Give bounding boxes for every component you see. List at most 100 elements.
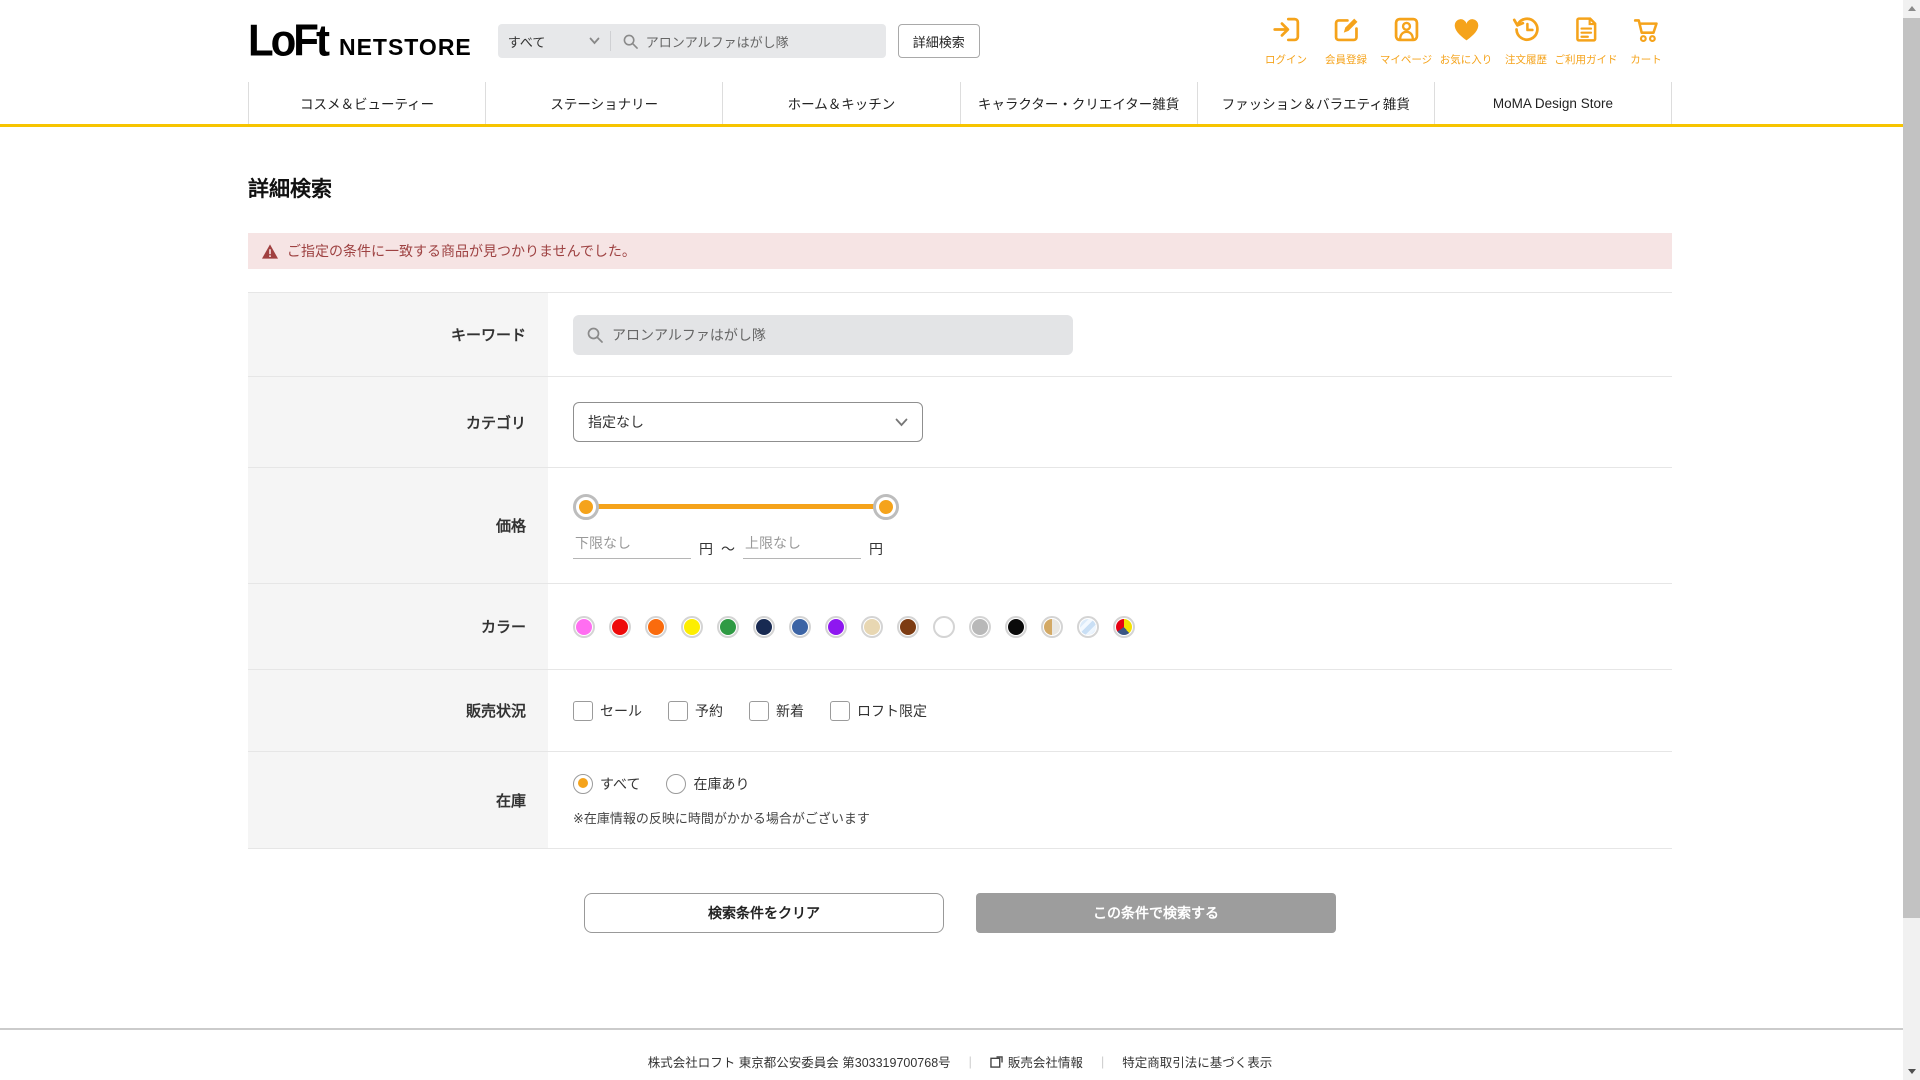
category-value: 指定なし	[588, 412, 644, 432]
color-swatch-green[interactable]	[717, 616, 739, 638]
radio-circle	[666, 774, 686, 794]
category-label: カテゴリ	[248, 377, 548, 467]
stock-note: ※在庫情報の反映に時間がかかる場合がございます	[573, 808, 1672, 827]
sales-status-row: 販売状況 セール予約新着ロフト限定	[248, 670, 1672, 752]
color-swatch-blue[interactable]	[789, 616, 811, 638]
main-content: 詳細検索 ご指定の条件に一致する商品が見つかりませんでした。 キーワード アロン…	[248, 173, 1672, 933]
quick-link-guide[interactable]: ご利用ガイド	[1560, 15, 1612, 67]
quick-link-label: カート	[1630, 52, 1662, 67]
price-range-separator: ～	[721, 539, 735, 559]
footer-separator: |	[1101, 1055, 1104, 1069]
loft-logo[interactable]: LoFt NETSTORE	[248, 17, 472, 65]
color-swatch-navy[interactable]	[753, 616, 775, 638]
nav-item-1[interactable]: ステーショナリー	[485, 82, 722, 124]
keyword-row: キーワード アロンアルファはがし隊	[248, 293, 1672, 377]
radio-在庫あり[interactable]: 在庫あり	[666, 774, 749, 794]
nav-item-5[interactable]: MoMA Design Store	[1434, 82, 1672, 124]
nav-item-4[interactable]: ファッション＆バラエティ雑貨	[1197, 82, 1434, 124]
footer-separator: |	[969, 1055, 972, 1069]
search-category-value: すべて	[508, 32, 546, 51]
logo-loft-text: LoFt	[248, 16, 327, 66]
checkbox-box	[573, 701, 593, 721]
price-unit-label: 円	[869, 539, 883, 559]
stock-label: 在庫	[248, 752, 548, 848]
color-swatch-beige[interactable]	[861, 616, 883, 638]
price-unit-label: 円	[699, 539, 713, 559]
quick-link-register[interactable]: 会員登録	[1320, 15, 1372, 67]
color-swatch-black[interactable]	[1005, 616, 1027, 638]
nav-item-3[interactable]: キャラクター・クリエイター雑貨	[960, 82, 1197, 124]
search-form: キーワード アロンアルファはがし隊 カテゴリ 指定なし 価格	[248, 292, 1672, 849]
color-swatch-yellow[interactable]	[681, 616, 703, 638]
color-swatch-white[interactable]	[933, 616, 955, 638]
vertical-scrollbar	[1903, 0, 1920, 1080]
search-category-select[interactable]: すべて	[498, 24, 610, 58]
advanced-search-button[interactable]: 詳細検索	[898, 24, 980, 58]
scrollbar-thumb[interactable]	[1903, 18, 1920, 918]
checkbox-label: ロフト限定	[857, 701, 927, 721]
quick-link-label: お気に入り	[1440, 52, 1493, 67]
color-swatch-purple[interactable]	[825, 616, 847, 638]
price-max-input[interactable]: 上限なし	[743, 533, 861, 559]
radio-circle	[573, 774, 593, 794]
checkbox-ロフト限定[interactable]: ロフト限定	[830, 701, 927, 721]
color-swatch-brown[interactable]	[897, 616, 919, 638]
color-swatch-gold-silver[interactable]	[1041, 616, 1063, 638]
keyword-input[interactable]: アロンアルファはがし隊	[573, 315, 1073, 355]
color-swatch-gray[interactable]	[969, 616, 991, 638]
footer: 株式会社ロフト 東京都公安委員会 第303319700768号 | 販売会社情報…	[0, 1028, 1920, 1071]
price-slider-handle-min[interactable]	[573, 494, 599, 520]
price-row: 価格 下限なし 円 ～ 上限なし 円	[248, 468, 1672, 584]
quick-link-label: 注文履歴	[1505, 52, 1547, 67]
quick-link-label: マイページ	[1380, 52, 1432, 67]
scrollbar-down-arrow[interactable]	[1903, 1063, 1920, 1080]
checkbox-セール[interactable]: セール	[573, 701, 642, 721]
checkbox-予約[interactable]: 予約	[668, 701, 723, 721]
quick-link-login[interactable]: ログイン	[1260, 15, 1312, 67]
header-search-input[interactable]: アロンアルファはがし隊	[611, 24, 886, 58]
header-quick-links: ログイン会員登録マイページお気に入り注文履歴ご利用ガイドカート	[1260, 15, 1672, 67]
quick-link-mypage[interactable]: マイページ	[1380, 15, 1432, 67]
radio-すべて[interactable]: すべて	[573, 774, 640, 794]
checkbox-box	[830, 701, 850, 721]
register-icon	[1332, 15, 1361, 49]
color-swatch-clear[interactable]	[1077, 616, 1099, 638]
quick-link-label: ログイン	[1265, 52, 1307, 67]
color-swatch-red[interactable]	[609, 616, 631, 638]
header-search-group: すべて アロンアルファはがし隊 詳細検索	[498, 24, 980, 58]
quick-link-cart[interactable]: カート	[1620, 15, 1672, 67]
chevron-down-icon	[589, 37, 600, 45]
clear-conditions-button[interactable]: 検索条件をクリア	[584, 893, 944, 933]
price-slider-handle-max[interactable]	[873, 494, 899, 520]
keyword-label: キーワード	[248, 293, 548, 376]
color-swatch-multicolor[interactable]	[1113, 616, 1135, 638]
scrollbar-up-arrow[interactable]	[1903, 0, 1920, 17]
quick-link-favorites[interactable]: お気に入り	[1440, 15, 1492, 67]
footer-link-company-info[interactable]: 販売会社情報	[990, 1052, 1083, 1071]
color-swatch-orange[interactable]	[645, 616, 667, 638]
quick-link-label: ご利用ガイド	[1555, 52, 1618, 67]
footer-link-tokushoho[interactable]: 特定商取引法に基づく表示	[1122, 1052, 1272, 1071]
nav-item-0[interactable]: コスメ＆ビューティー	[248, 82, 485, 124]
search-with-conditions-button[interactable]: この条件で検索する	[976, 893, 1336, 933]
quick-link-history[interactable]: 注文履歴	[1500, 15, 1552, 67]
keyword-value: アロンアルファはがし隊	[612, 325, 766, 345]
header: LoFt NETSTORE すべて アロンアルファはがし隊 詳細検索 ログイン会…	[0, 0, 1920, 82]
checkbox-label: 新着	[776, 701, 804, 721]
nav-item-2[interactable]: ホーム＆キッチン	[722, 82, 959, 124]
warning-icon	[262, 244, 278, 259]
price-min-input[interactable]: 下限なし	[573, 533, 691, 559]
price-slider	[586, 493, 886, 521]
stock-row: 在庫 すべて 在庫あり ※在庫情報の反映に時間がかかる場合がございます	[248, 752, 1672, 849]
category-nav: コスメ＆ビューティーステーショナリーホーム＆キッチンキャラクター・クリエイター雑…	[0, 82, 1920, 127]
checkbox-新着[interactable]: 新着	[749, 701, 804, 721]
search-icon	[587, 327, 603, 343]
color-swatch-pink[interactable]	[573, 616, 595, 638]
radio-label: 在庫あり	[693, 774, 749, 794]
checkbox-label: 予約	[695, 701, 723, 721]
mypage-icon	[1392, 15, 1421, 49]
category-select[interactable]: 指定なし	[573, 402, 923, 442]
header-search-query: アロンアルファはがし隊	[646, 32, 789, 51]
price-slider-track[interactable]	[586, 504, 886, 509]
color-row: カラー	[248, 584, 1672, 670]
